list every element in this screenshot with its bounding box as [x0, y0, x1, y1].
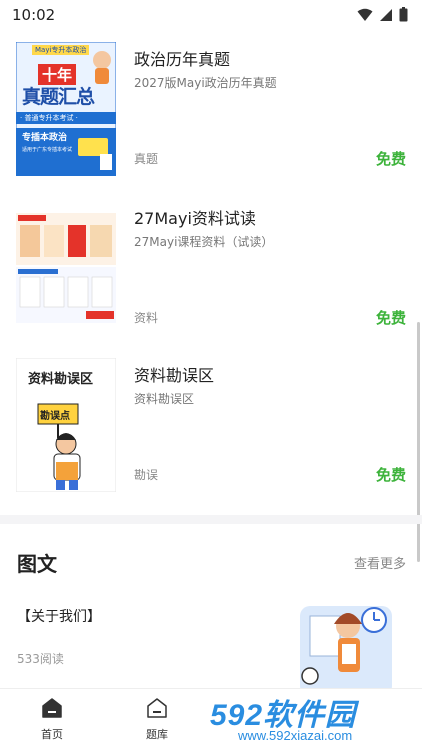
nav-label: 首页: [41, 728, 63, 741]
watermark: 592软件园 www.592xiazai.com: [208, 690, 422, 750]
cover-note: 适用于广东专插本考试: [22, 147, 73, 153]
card-subtitle: 资料勘误区: [134, 392, 195, 406]
home-icon: [42, 698, 62, 718]
card-subtitle: 27Mayi课程资料（试读）: [134, 235, 274, 249]
resource-card[interactable]: Mayi专升本政治 十年 真题汇总 · 普通专升本考试 · 专插本政治 适用于广…: [0, 42, 422, 187]
article-thumbnail: [290, 596, 406, 696]
cover-sign: 勘误点: [40, 411, 70, 422]
card-title: 政治历年真题: [134, 50, 231, 69]
resource-cover: Mayi专升本政治 十年 真题汇总 · 普通专升本考试 · 专插本政治 适用于广…: [16, 42, 116, 176]
watermark-url: www.592xiazai.com: [238, 728, 353, 743]
resource-cover: [16, 213, 116, 323]
battery-icon: [399, 7, 408, 22]
cover-line: 专插本政治: [22, 133, 68, 143]
card-price: 免费: [375, 466, 406, 484]
card-subtitle: 2027版Mayi政治历年真题: [134, 76, 277, 90]
see-more-link[interactable]: 查看更多: [354, 553, 406, 572]
resource-card[interactable]: 27Mayi资料试读 27Mayi课程资料（试读） 资料 免费: [0, 201, 422, 346]
nav-item-question-bank[interactable]: 题库: [127, 697, 187, 742]
resource-card[interactable]: 资料勘误区 勘误点 资料勘误区 资料勘误区 勘误 免费: [0, 358, 422, 503]
cover-big2: 真题汇总: [22, 86, 95, 108]
cover-header: Mayi专升本政治: [32, 45, 90, 55]
wifi-icon: [357, 8, 373, 21]
card-title: 资料勘误区: [134, 366, 215, 385]
article-title: 【关于我们】: [17, 609, 101, 625]
cover-heading: 资料勘误区: [28, 372, 94, 387]
card-tag: 勘误: [134, 468, 159, 482]
card-tag: 真题: [134, 152, 159, 166]
card-price: 免费: [375, 309, 406, 327]
section-title: 图文: [17, 552, 57, 576]
status-time: 10:02: [12, 6, 56, 24]
card-title: 27Mayi资料试读: [134, 209, 256, 228]
signal-icon: [380, 8, 392, 21]
article-reads: 533阅读: [17, 652, 64, 666]
question-bank-icon: [147, 698, 167, 718]
status-icons: [357, 7, 408, 22]
scrollbar[interactable]: [417, 322, 420, 562]
nav-item-home[interactable]: 首页: [22, 697, 82, 742]
status-bar: 10:02: [0, 0, 422, 30]
resource-cover: 资料勘误区 勘误点: [16, 358, 116, 492]
nav-label: 题库: [146, 728, 168, 741]
card-price: 免费: [375, 150, 406, 168]
cover-band: · 普通专升本考试 ·: [20, 114, 78, 122]
section-divider: [0, 515, 422, 524]
card-tag: 资料: [134, 311, 159, 325]
